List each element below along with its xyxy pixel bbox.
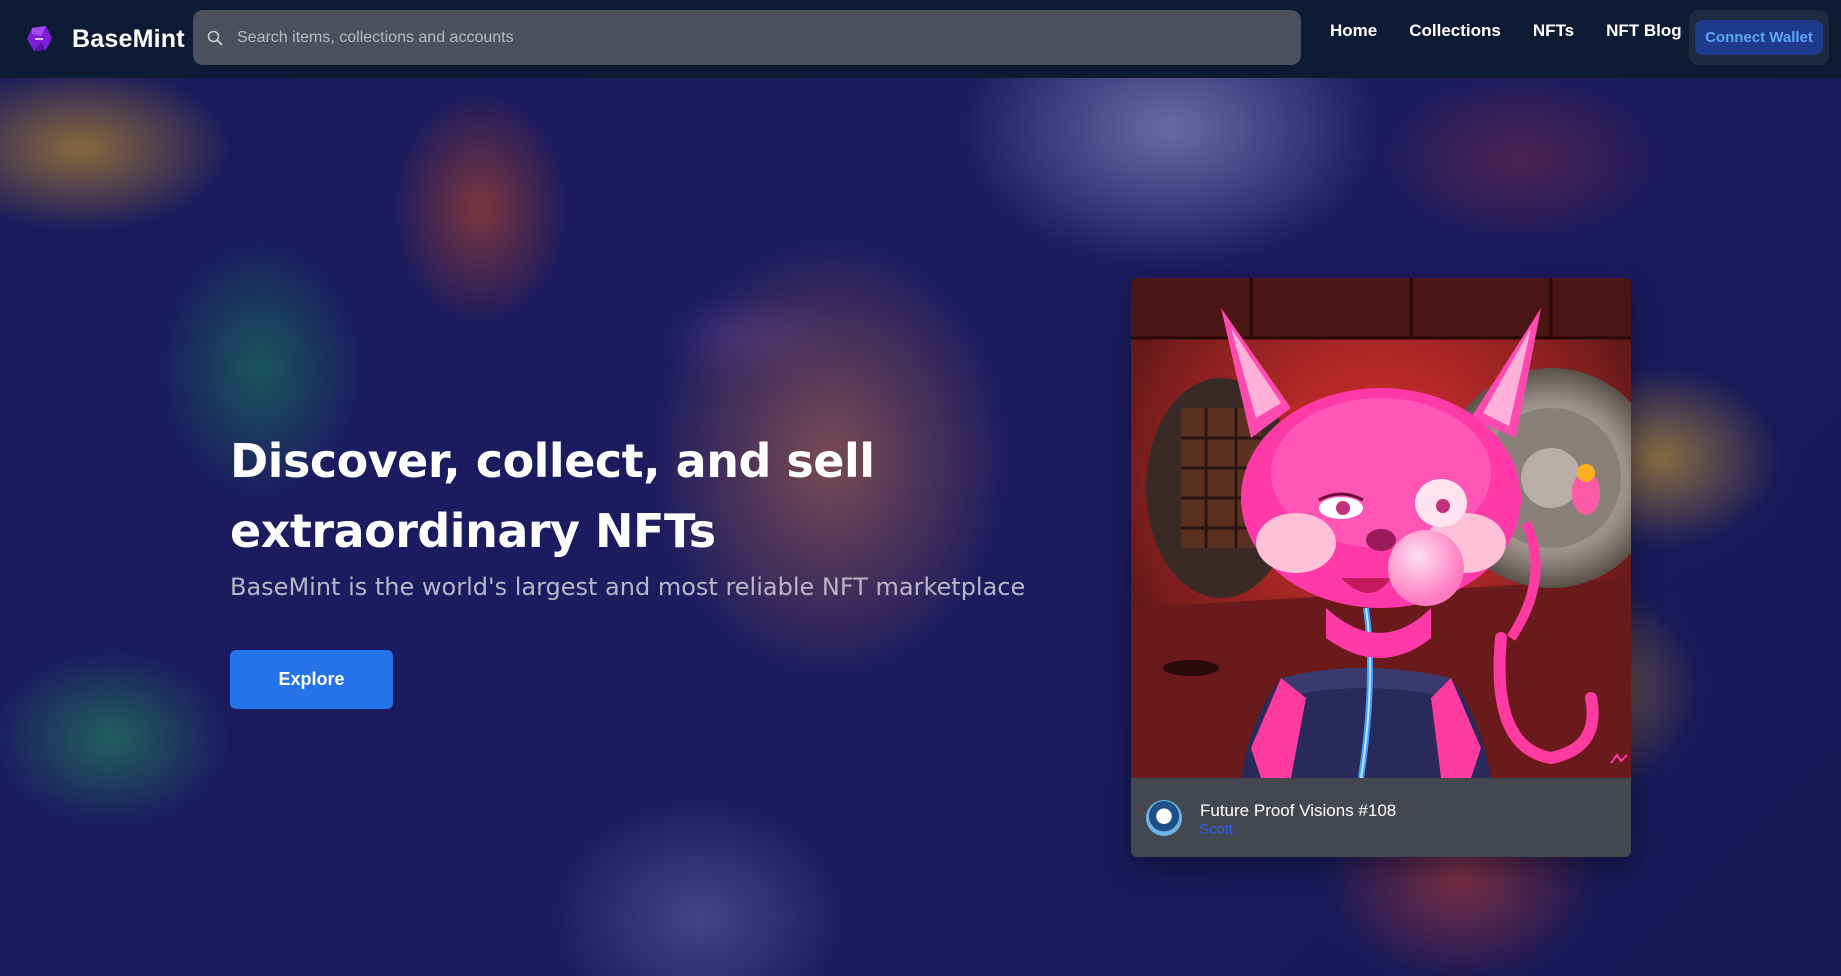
explore-button[interactable]: Explore: [230, 650, 393, 709]
brand-name: BaseMint: [72, 24, 185, 53]
featured-nft-author-link[interactable]: Scott: [1199, 821, 1233, 838]
search-icon: [207, 30, 223, 45]
creator-avatar[interactable]: [1146, 799, 1182, 836]
nav-nfts-link[interactable]: NFTs: [1533, 21, 1574, 41]
search-input[interactable]: [237, 28, 1237, 47]
featured-nft-image[interactable]: [1131, 278, 1631, 778]
search-bar[interactable]: [193, 10, 1301, 65]
hero-subheadline: BaseMint is the world's largest and most…: [230, 573, 1026, 601]
featured-nft-title[interactable]: Future Proof Visions #108: [1200, 801, 1396, 821]
hero-headline: Discover, collect, and sell extraordinar…: [230, 434, 875, 558]
connect-wallet-button[interactable]: Connect Wallet: [1695, 20, 1823, 55]
top-navbar: BaseMint Home Collections NFTs NFT Blog …: [0, 0, 1841, 78]
main-nav: Home Collections NFTs NFT Blog: [1330, 0, 1714, 62]
nav-home-link[interactable]: Home: [1330, 21, 1377, 41]
brand-logo-link[interactable]: BaseMint: [24, 24, 185, 54]
hero-section: Discover, collect, and sell extraordinar…: [0, 78, 1841, 976]
featured-nft-footer: Future Proof Visions #108 Scott: [1131, 778, 1631, 857]
nav-collections-link[interactable]: Collections: [1409, 21, 1501, 41]
featured-nft-card[interactable]: Future Proof Visions #108 Scott: [1131, 278, 1631, 857]
basemint-logo-icon: [27, 26, 52, 51]
nav-nft-blog-link[interactable]: NFT Blog: [1606, 21, 1682, 41]
wallet-button-container: Connect Wallet: [1689, 10, 1829, 65]
